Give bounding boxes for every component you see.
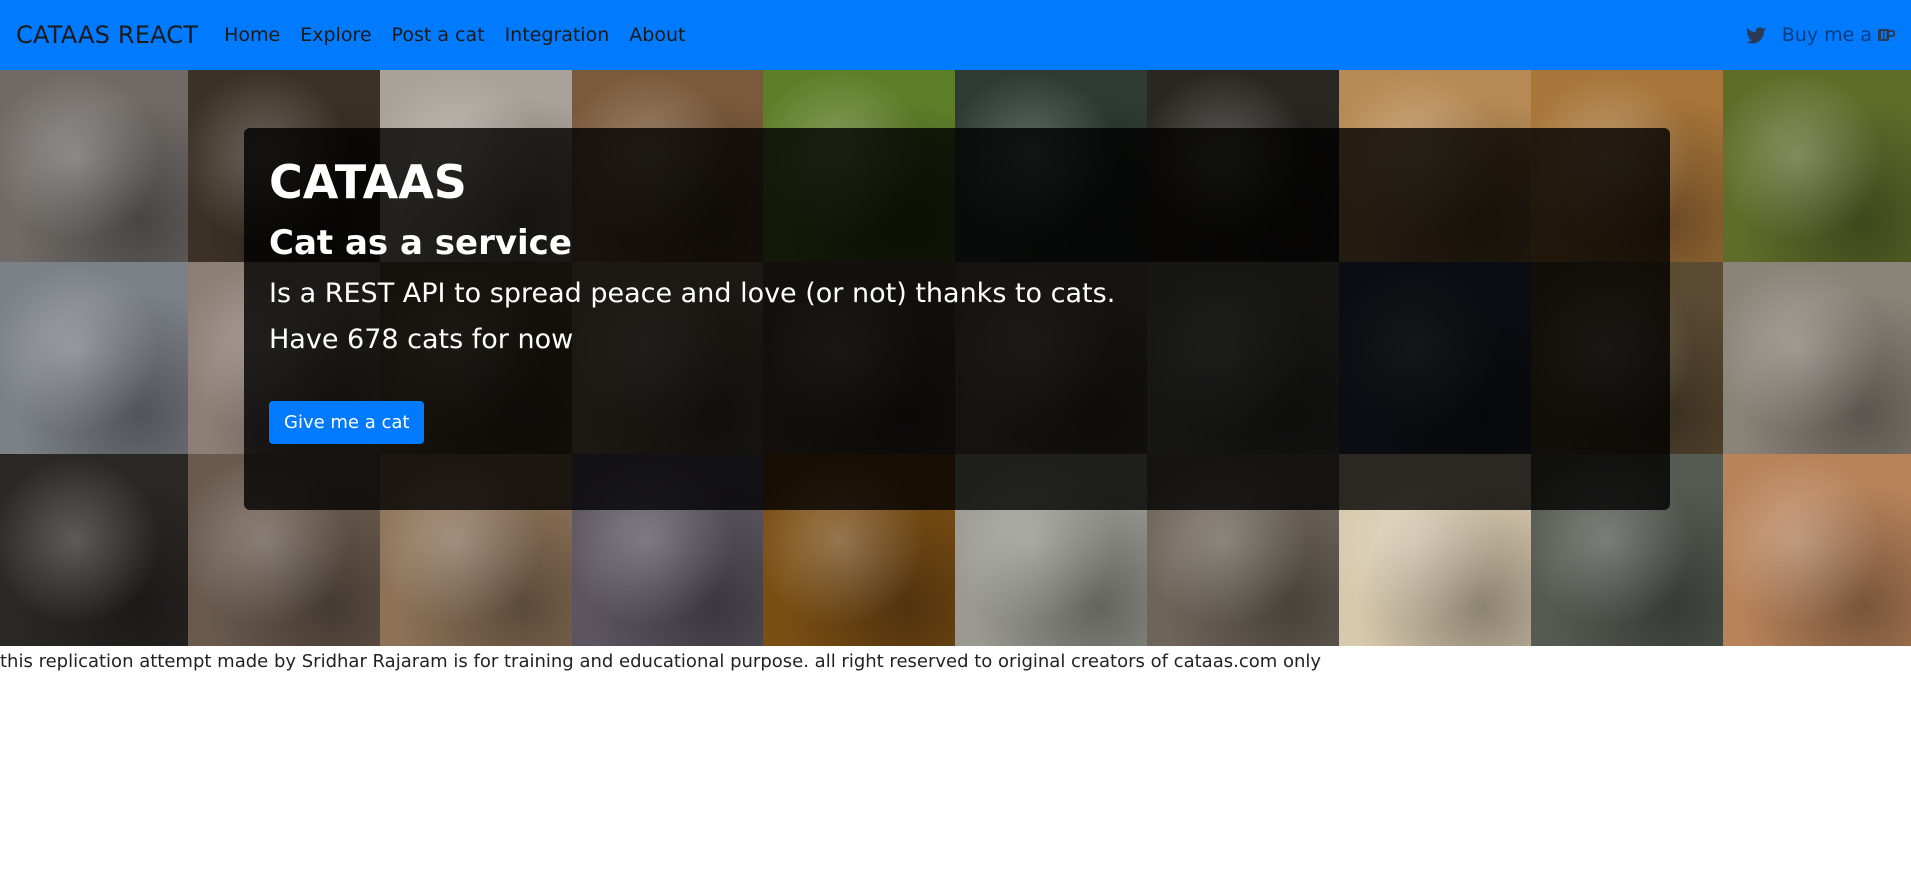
buy-me-label: Buy me a — [1781, 24, 1872, 46]
footer-note: this replication attempt made by Sridhar… — [0, 651, 1322, 672]
hero-subtitle: Cat as a service — [269, 222, 572, 263]
cat-photo-tile — [1723, 70, 1911, 262]
hero-description: Is a REST API to spread peace and love (… — [269, 277, 1116, 309]
nav-link-about[interactable]: About — [619, 24, 695, 46]
nav-link-post-a-cat[interactable]: Post a cat — [382, 24, 495, 46]
cat-photo-tile — [0, 70, 188, 262]
brand-link[interactable]: CATAAS REACT — [16, 21, 198, 49]
cat-photo-tile — [0, 454, 188, 646]
top-navbar: CATAAS REACT Home Explore Post a cat Int… — [0, 0, 1911, 70]
twitter-link[interactable] — [1730, 26, 1782, 44]
nav-right: Buy me a — [1730, 24, 1895, 46]
cat-photo-tile — [1723, 262, 1911, 454]
twitter-icon — [1745, 26, 1766, 43]
nav-link-home[interactable]: Home — [214, 24, 290, 46]
nav-link-explore[interactable]: Explore — [290, 24, 381, 46]
give-me-a-cat-button[interactable]: Give me a cat — [269, 400, 425, 444]
buy-me-a-coffee-link[interactable]: Buy me a — [1782, 24, 1895, 46]
kofi-icon — [1878, 29, 1895, 41]
cat-photo-tile — [1723, 454, 1911, 646]
hero-title: CATAAS — [269, 155, 467, 209]
hero-jumbotron: CATAAS Cat as a service Is a REST API to… — [244, 128, 1670, 510]
nav-links: Home Explore Post a cat Integration Abou… — [214, 24, 695, 46]
nav-link-integration[interactable]: Integration — [495, 24, 620, 46]
cat-photo-tile — [0, 262, 188, 454]
cat-count-text: Have 678 cats for now — [269, 324, 574, 356]
